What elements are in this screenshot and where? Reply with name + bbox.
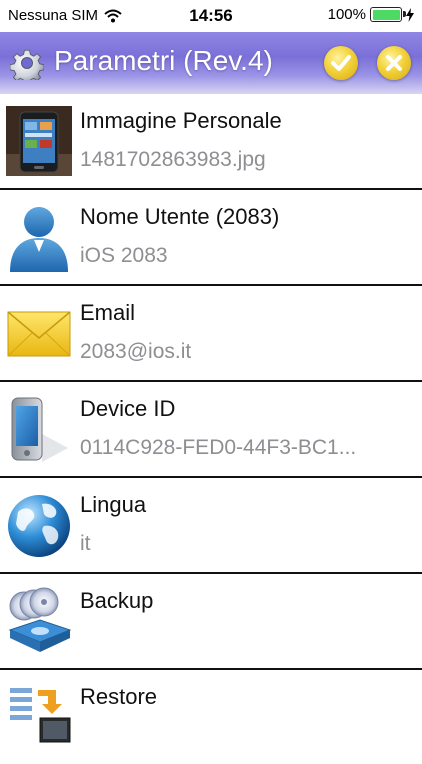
setting-title: Backup [80, 588, 154, 613]
setting-title: Lingua [80, 492, 147, 517]
setting-value: it [80, 532, 91, 555]
confirm-button[interactable] [324, 46, 358, 80]
status-right: 100% [328, 6, 414, 23]
cancel-button[interactable] [377, 46, 411, 80]
restore-icon [10, 688, 71, 743]
backup-icon [8, 587, 72, 652]
user-icon [10, 207, 68, 272]
header-bar: Parametri (Rev.4) [0, 32, 422, 94]
close-icon [386, 55, 402, 71]
setting-row-username[interactable]: Nome Utente (2083) iOS 2083 [0, 188, 422, 284]
setting-row-device-id[interactable]: Device ID 0114C928-FED0-44F3-BC1... [0, 380, 422, 476]
setting-row-email[interactable]: Email 2083@ios.it [0, 284, 422, 380]
setting-title: Restore [80, 684, 158, 709]
setting-value: 0114C928-FED0-44F3-BC1... [80, 436, 357, 459]
setting-value: 2083@ios.it [80, 340, 192, 363]
setting-value: iOS 2083 [80, 244, 168, 267]
setting-row-profile-image[interactable]: Immagine Personale 1481702863983.jpg [0, 94, 422, 188]
charging-icon [406, 7, 414, 22]
page-title: Parametri (Rev.4) [54, 45, 273, 76]
battery-percentage: 100% [327, 6, 366, 23]
status-bar: Nessuna SIM 14:56 100% [0, 0, 422, 32]
setting-title: Nome Utente (2083) [80, 204, 280, 229]
envelope-icon [7, 311, 71, 357]
setting-title: Email [80, 300, 136, 325]
globe-icon [8, 495, 70, 557]
setting-value: 1481702863983.jpg [80, 148, 266, 171]
phone-icon [11, 397, 68, 462]
battery-icon [370, 7, 406, 22]
checkmark-icon [331, 55, 351, 71]
setting-title: Device ID [80, 396, 176, 421]
profile-photo-icon [6, 106, 72, 176]
setting-row-backup[interactable]: Backup [0, 572, 422, 668]
setting-row-language[interactable]: Lingua it [0, 476, 422, 572]
gear-icon [10, 49, 44, 80]
settings-list: Immagine Personale 1481702863983.jpg Nom… [0, 94, 422, 764]
setting-title: Immagine Personale [80, 108, 282, 133]
